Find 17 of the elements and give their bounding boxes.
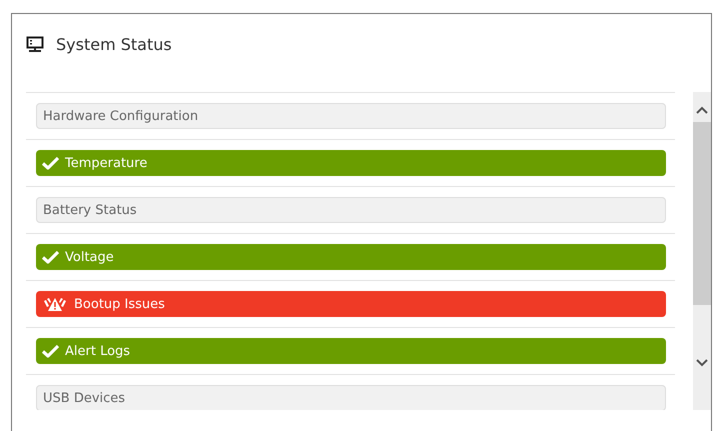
checkmark-icon — [42, 344, 59, 358]
status-item[interactable]: Battery Status — [36, 197, 666, 223]
status-item[interactable]: Bootup Issues — [36, 291, 666, 317]
scroll-up-icon[interactable] — [696, 106, 708, 114]
status-item[interactable]: Voltage — [36, 244, 666, 270]
warning-icon — [42, 296, 68, 312]
scroll-down-icon[interactable] — [696, 359, 708, 367]
status-item[interactable]: Temperature — [36, 150, 666, 176]
scrollbar[interactable] — [693, 92, 711, 410]
monitor-icon — [26, 36, 44, 52]
panel-title: System Status — [56, 34, 172, 54]
checkmark-icon — [42, 250, 59, 264]
status-item[interactable]: Hardware Configuration — [36, 103, 666, 129]
status-item[interactable]: USB Devices — [36, 385, 666, 410]
scroll-thumb[interactable] — [693, 122, 711, 305]
status-item[interactable]: Alert Logs — [36, 338, 666, 364]
checkmark-icon — [42, 156, 59, 170]
